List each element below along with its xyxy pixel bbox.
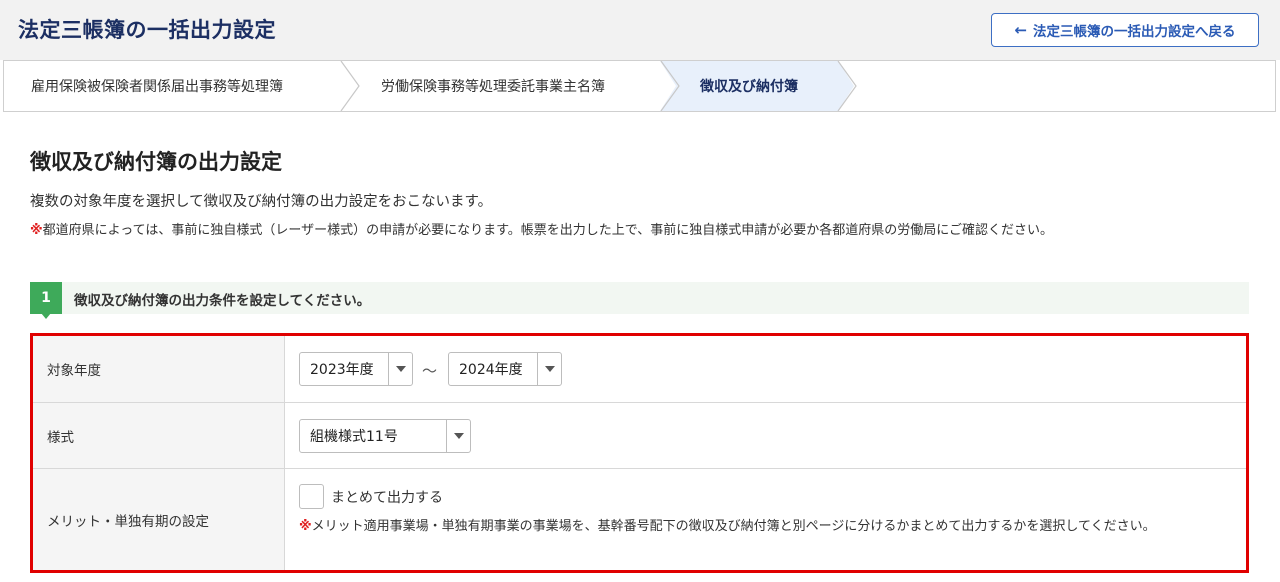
warning-mark: ※: [30, 223, 43, 238]
combine-output-checkbox[interactable]: [299, 484, 324, 509]
merit-note-text: メリット適用事業場・単独有期事業の事業場を、基幹番号配下の徴収及び納付簿と別ペー…: [311, 519, 1156, 534]
target-year-label: 対象年度: [33, 336, 285, 402]
year-to-select[interactable]: 2024年度: [448, 352, 562, 386]
step-number-badge-tail: [41, 313, 51, 319]
step-tab-koyo-hoken[interactable]: 雇用保険被保険者関係届出事務等処理簿: [31, 61, 283, 111]
arrow-left-icon: ←: [1014, 21, 1028, 39]
step-tab-itaku-meibo[interactable]: 労働保険事務等処理委託事業主名簿: [381, 61, 605, 111]
format-label: 様式: [33, 403, 285, 468]
section-title: 徴収及び納付簿の出力設定: [30, 150, 282, 174]
section-note: ※都道府県によっては、事前に独自様式（レーザー様式）の申請が必要になります。帳票…: [30, 219, 1053, 238]
step-separator-icon: [340, 61, 360, 111]
year-range-separator: ～: [422, 362, 438, 380]
format-select[interactable]: 組機様式11号: [299, 419, 471, 453]
year-from-value: 2023年度: [310, 362, 374, 378]
format-value: 組機様式11号: [310, 429, 398, 445]
chevron-down-icon: [388, 353, 412, 385]
form-row-format: 様式 組機様式11号: [33, 403, 1246, 469]
year-to-value: 2024年度: [459, 362, 523, 378]
back-button-label: 法定三帳簿の一括出力設定へ戻る: [1033, 24, 1236, 40]
merit-note: ※メリット適用事業場・単独有期事業の事業場を、基幹番号配下の徴収及び納付簿と別ペ…: [299, 517, 1234, 536]
step-tab-choshu-nofu[interactable]: 徴収及び納付簿: [700, 61, 798, 111]
step-separator-icon: [660, 61, 680, 111]
combine-output-label[interactable]: まとめて出力する: [331, 487, 443, 507]
chevron-down-icon: [446, 420, 470, 452]
chevron-down-icon: [537, 353, 561, 385]
step-banner-text: 徴収及び納付簿の出力条件を設定してください。: [74, 293, 371, 309]
section-note-text: 都道府県によっては、事前に独自様式（レーザー様式）の申請が必要になります。帳票を…: [42, 223, 1054, 238]
warning-mark: ※: [299, 519, 312, 534]
page-title: 法定三帳簿の一括出力設定: [18, 18, 276, 42]
output-settings-form: 対象年度 2023年度 ～ 2024年度 様式 組機様式11号 メリット・単独有…: [30, 333, 1249, 573]
step-navigation: 雇用保険被保険者関係届出事務等処理簿 労働保険事務等処理委託事業主名簿 徴収及び…: [3, 60, 1276, 112]
year-from-select[interactable]: 2023年度: [299, 352, 413, 386]
section-description: 複数の対象年度を選択して徴収及び納付簿の出力設定をおこないます。: [30, 194, 493, 210]
form-row-target-year: 対象年度 2023年度 ～ 2024年度: [33, 336, 1246, 403]
step-number-badge: 1: [30, 282, 62, 314]
step-separator-icon: [837, 61, 857, 111]
form-row-merit-setting: メリット・単独有期の設定 まとめて出力する ※メリット適用事業場・単独有期事業の…: [33, 469, 1246, 570]
merit-setting-label: メリット・単独有期の設定: [33, 469, 285, 570]
back-button[interactable]: ← 法定三帳簿の一括出力設定へ戻る: [991, 13, 1259, 47]
